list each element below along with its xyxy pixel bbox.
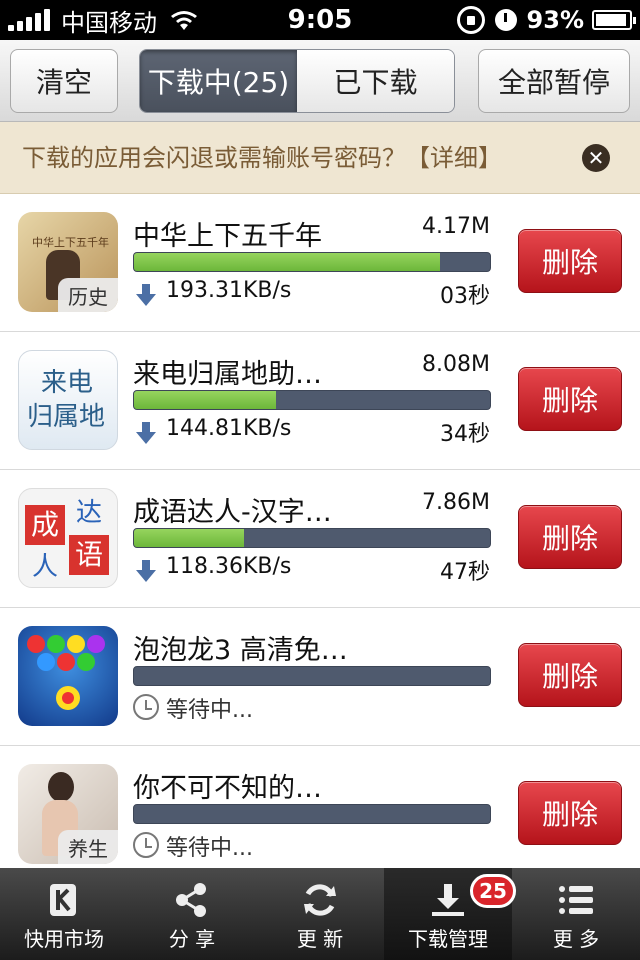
share-icon [176, 883, 206, 917]
tab-more[interactable]: 更 多 [512, 868, 640, 960]
notice-banner[interactable]: 下载的应用会闪退或需输账号密码？【详细】 ✕ [0, 122, 640, 194]
tab-label: 更 多 [552, 927, 600, 951]
health-icon: 养生 [18, 764, 118, 864]
tab-market[interactable]: 快用市场 [0, 868, 128, 960]
tab-label: 分 享 [168, 927, 216, 951]
app-size: 4.17M [422, 214, 490, 239]
close-icon[interactable]: ✕ [582, 144, 610, 172]
download-arrow-icon [136, 560, 156, 582]
time-remaining: 47秒 [440, 560, 490, 585]
caller-location-icon: 来电 归属地 [18, 350, 118, 450]
download-count-badge: 25 [470, 874, 516, 908]
waiting-status: 等待中... [166, 836, 253, 861]
delete-button[interactable]: 删除 [518, 367, 622, 431]
app-name: 你不可不知的… [133, 773, 322, 804]
download-list[interactable]: 中华上下五千年 历史 中华上下五千年 4.17M 193.31KB/s 03秒 … [0, 194, 640, 868]
pause-all-button[interactable]: 全部暂停 [478, 49, 630, 113]
download-item: 成 达 人 语 成语达人-汉字… 7.86M 118.36KB/s 47秒 删除 [0, 470, 640, 608]
icon-tag: 养生 [58, 830, 118, 864]
app-name: 来电归属地助… [133, 359, 322, 390]
battery-percent: 93% [526, 6, 584, 34]
app-name: 中华上下五千年 [133, 221, 322, 252]
download-icon [432, 884, 464, 916]
time-remaining: 03秒 [440, 284, 490, 309]
download-toolbar: 清空 下载中(25) 已下载 全部暂停 [0, 40, 640, 122]
app-name: 泡泡龙3 高清免… [133, 635, 348, 666]
download-speed: 193.31KB/s [166, 278, 292, 303]
market-icon [50, 884, 76, 916]
download-progress-bar [133, 252, 491, 272]
download-item: 泡泡龙3 高清免… 等待中... 删除 [0, 608, 640, 746]
clock-icon [133, 694, 159, 720]
waiting-status: 等待中... [166, 698, 253, 723]
tab-downloading[interactable]: 下载中(25) [140, 50, 297, 112]
tab-label: 下载管理 [408, 927, 488, 951]
notice-text[interactable]: 下载的应用会闪退或需输账号密码？【详细】 [22, 122, 502, 194]
download-arrow-icon [136, 422, 156, 444]
menu-icon [559, 886, 593, 914]
app-name: 成语达人-汉字… [133, 497, 332, 528]
download-speed: 144.81KB/s [166, 416, 292, 441]
tab-update[interactable]: 更 新 [256, 868, 384, 960]
download-arrow-icon [136, 284, 156, 306]
rotation-lock-icon [456, 6, 485, 34]
download-progress-bar [133, 390, 491, 410]
download-speed: 118.36KB/s [166, 554, 292, 579]
download-item: 养生 你不可不知的… 等待中... 删除 [0, 746, 640, 868]
battery-icon [592, 10, 636, 30]
icon-tag: 历史 [58, 278, 118, 312]
app-size: 7.86M [422, 490, 490, 515]
download-item: 中华上下五千年 历史 中华上下五千年 4.17M 193.31KB/s 03秒 … [0, 194, 640, 332]
idiom-game-icon: 成 达 人 语 [18, 488, 118, 588]
tab-share[interactable]: 分 享 [128, 868, 256, 960]
tab-label: 快用市场 [24, 927, 104, 951]
history-book-icon: 中华上下五千年 历史 [18, 212, 118, 312]
refresh-icon [304, 884, 336, 916]
delete-button[interactable]: 删除 [518, 643, 622, 707]
download-progress-bar [133, 804, 491, 824]
bottom-tab-bar: 快用市场 分 享 更 新 25 下载管理 更 多 [0, 868, 640, 960]
app-size: 8.08M [422, 352, 490, 377]
alarm-icon [494, 9, 517, 31]
tab-label: 更 新 [296, 927, 344, 951]
download-progress-bar [133, 666, 491, 686]
tab-downloaded[interactable]: 已下载 [297, 50, 454, 112]
delete-button[interactable]: 删除 [518, 505, 622, 569]
delete-button[interactable]: 删除 [518, 229, 622, 293]
clock-icon [133, 832, 159, 858]
download-progress-bar [133, 528, 491, 548]
clear-button[interactable]: 清空 [10, 49, 118, 113]
bubble-game-icon [18, 626, 118, 726]
delete-button[interactable]: 删除 [518, 781, 622, 845]
tab-download-manager[interactable]: 25 下载管理 [384, 868, 516, 960]
bubble-game-art [27, 635, 105, 710]
time-remaining: 34秒 [440, 422, 490, 447]
download-segment-control: 下载中(25) 已下载 [139, 49, 455, 113]
download-item: 来电 归属地 来电归属地助… 8.08M 144.81KB/s 34秒 删除 [0, 332, 640, 470]
status-bar: 中国移动 9:05 93% [0, 0, 640, 40]
